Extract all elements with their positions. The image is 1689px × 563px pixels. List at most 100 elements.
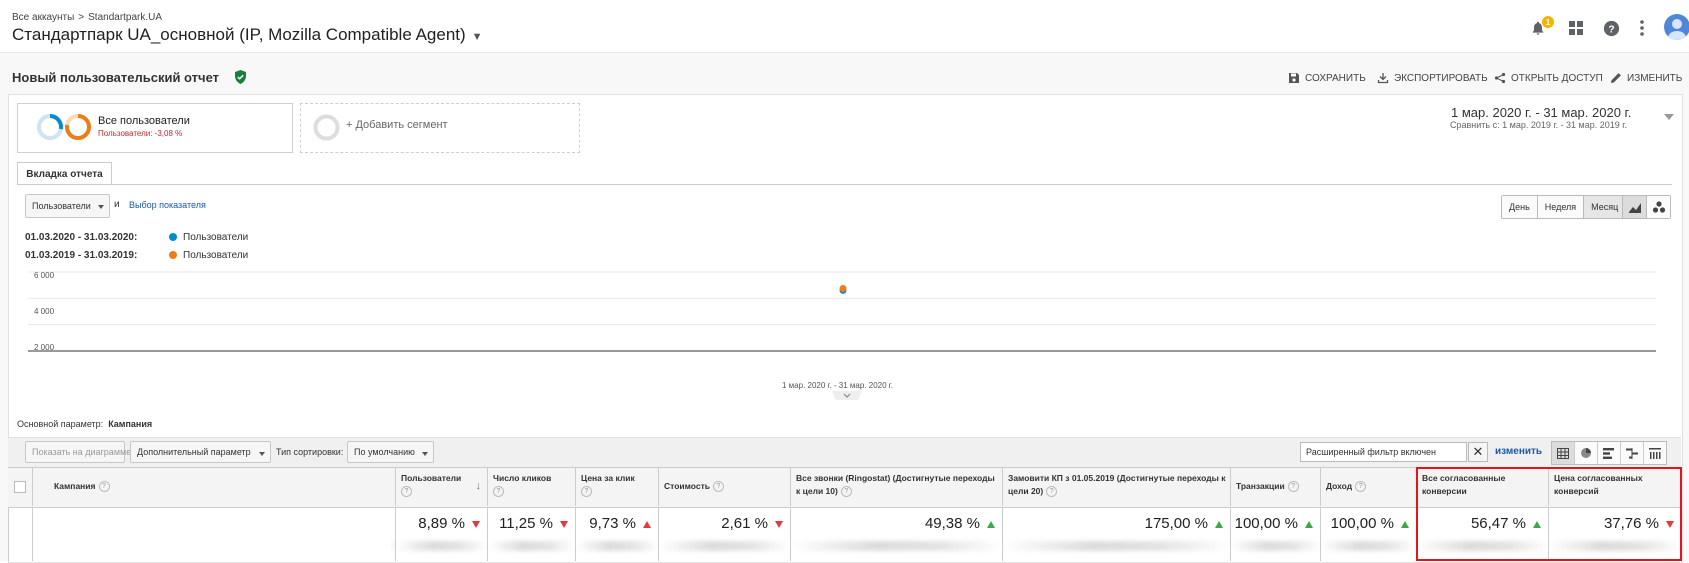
trend-down-icon — [775, 521, 783, 528]
edit-filter-link[interactable]: изменить — [1495, 446, 1542, 457]
tab-divider — [17, 184, 1672, 185]
motion-chart-icon[interactable] — [1647, 196, 1670, 218]
help-icon: ? — [1355, 481, 1367, 493]
plot-rows-button[interactable]: Показать на диаграмме — [25, 441, 131, 463]
help-icon: ? — [581, 486, 592, 498]
metric-select[interactable]: Пользователи — [25, 194, 110, 218]
data-point-2019[interactable] — [839, 284, 847, 292]
column-header-clicks[interactable]: Число кликов? — [487, 467, 575, 506]
primary-dimension: Основной параметр: Кампания — [17, 419, 152, 429]
secondary-dimension-select[interactable]: Дополнительный параметр — [130, 441, 271, 463]
highlight-box — [1416, 467, 1682, 561]
column-header-campaign[interactable]: Кампания? — [32, 467, 395, 506]
svg-text:?: ? — [1608, 24, 1614, 35]
pie-chart-icon[interactable] — [1575, 442, 1598, 464]
cell-value: 100,00 % — [1330, 515, 1394, 532]
save-label: СОХРАНИТЬ — [1305, 72, 1366, 84]
comparison-icon[interactable] — [1621, 442, 1644, 464]
y-tick-label: 2 000 — [34, 343, 55, 352]
period-day-button[interactable]: День — [1502, 196, 1538, 218]
period-toggle: День Неделя Месяц — [1501, 195, 1627, 219]
column-header-users[interactable]: Пользователи ↓? — [395, 467, 487, 506]
help-icon: ? — [401, 486, 412, 498]
table-cell-users: 8,89 % — [395, 507, 487, 561]
line-chart-icon[interactable] — [1623, 196, 1647, 218]
term-cloud-icon[interactable] — [1644, 442, 1666, 464]
select-metric-link[interactable]: Выбор показателя — [129, 200, 206, 210]
primary-dimension-value[interactable]: Кампания — [108, 419, 152, 429]
add-segment-label: + Добавить сегмент — [346, 119, 448, 131]
help-icon[interactable]: ? — [1601, 18, 1621, 38]
column-label: Доход — [1326, 481, 1353, 491]
breadcrumb-property[interactable]: Standartpark.UA — [88, 12, 162, 23]
column-label: Число кликов — [493, 473, 552, 483]
pencil-icon — [1611, 73, 1621, 83]
export-button[interactable]: ЭКСПОРТИРОВАТЬ — [1377, 72, 1488, 84]
trend-up-icon — [1215, 521, 1223, 528]
column-label: Кампания — [54, 481, 96, 491]
column-header-revenue[interactable]: Доход? — [1320, 467, 1416, 506]
segment-name: Все пользователи — [98, 115, 190, 127]
y-tick-label: 4 000 — [34, 307, 55, 316]
date-range[interactable]: 1 мар. 2020 г. - 31 мар. 2020 г. — [1451, 105, 1631, 120]
advanced-filter-input[interactable]: Расширенный фильтр включен — [1300, 442, 1467, 462]
share-icon — [1494, 72, 1506, 84]
breadcrumb-all-accounts[interactable]: Все аккаунты — [12, 12, 74, 23]
clear-filter-icon[interactable]: ✕ — [1468, 442, 1488, 462]
edit-button[interactable]: ИЗМЕНИТЬ — [1610, 72, 1682, 84]
sort-type-select[interactable]: По умолчанию — [347, 441, 434, 463]
table-view-toggle — [1551, 441, 1667, 465]
cell-value: 49,38 % — [924, 515, 980, 532]
avatar[interactable] — [1664, 14, 1689, 40]
x-tick-label: 1 мар. 2020 г. - 31 мар. 2020 г. — [782, 381, 893, 390]
legend-dot-previous — [169, 251, 177, 259]
period-month-button[interactable]: Месяц — [1584, 196, 1626, 218]
segment-change: Пользователи: -3,08 % — [98, 129, 183, 138]
help-icon: ? — [1287, 481, 1299, 493]
performance-icon[interactable] — [1598, 442, 1621, 464]
compare-prefix: Сравнить с: — [1450, 120, 1500, 130]
legend-label-current: Пользователи — [183, 232, 249, 243]
tab-report[interactable]: Вкладка отчета — [17, 162, 112, 185]
column-label: Пользователи — [401, 473, 462, 483]
column-header-cost[interactable]: Стоимость? — [658, 467, 790, 506]
more-vert-icon[interactable] — [1632, 18, 1652, 38]
period-week-button[interactable]: Неделя — [1537, 196, 1585, 218]
column-header-transactions[interactable]: Транзакции? — [1230, 467, 1320, 506]
help-icon: ? — [1046, 486, 1058, 498]
table-cell-calls: 49,38 % — [790, 507, 1002, 561]
chart-collapse-handle[interactable] — [832, 391, 862, 400]
account-selector[interactable]: Стандартпарк UA_основной (IP, Mozilla Co… — [12, 25, 483, 45]
notification-badge: 1 — [1542, 16, 1554, 28]
trend-up-icon — [1305, 521, 1313, 528]
trend-up-icon — [987, 521, 995, 528]
download-icon — [1377, 73, 1389, 84]
sort-arrow-icon: ↓ — [475, 480, 482, 492]
save-button[interactable]: СОХРАНИТЬ — [1288, 72, 1366, 84]
metric-select-value: Пользователи — [32, 201, 91, 211]
cell-value: 100,00 % — [1234, 515, 1298, 532]
cell-value: 8,89 % — [418, 515, 465, 532]
compare-range: Сравнить с: 1 мар. 2019 г. - 31 мар. 201… — [1450, 120, 1627, 130]
share-label: ОТКРЫТЬ ДОСТУП — [1511, 72, 1603, 84]
segment-donut-icon — [37, 114, 91, 140]
table-cell-campaign — [32, 507, 395, 561]
share-button[interactable]: ОТКРЫТЬ ДОСТУП — [1494, 72, 1603, 84]
column-header-cpc[interactable]: Цена за клик? — [575, 467, 658, 506]
trend-down-icon — [560, 521, 568, 528]
column-header-kp-orders[interactable]: Замовити КП з 01.05.2019 (Достигнутые пе… — [1002, 467, 1230, 506]
data-table-icon[interactable] — [1552, 442, 1575, 464]
column-label: Замовити КП з 01.05.2019 (Достигнутые пе… — [1008, 473, 1226, 496]
sort-type-value: По умолчанию — [354, 447, 415, 457]
help-icon: ? — [493, 486, 504, 498]
apps-grid-icon[interactable] — [1566, 18, 1586, 38]
select-all-checkbox[interactable] — [14, 481, 26, 493]
table-cell-cpc: 9,73 % — [575, 507, 658, 561]
column-header-calls[interactable]: Все звонки (Ringostat) (Достигнутые пере… — [790, 467, 1002, 506]
chevron-down-icon — [422, 452, 428, 456]
help-icon: ? — [98, 481, 110, 493]
and-text: и — [114, 199, 120, 210]
date-caret-icon[interactable] — [1664, 114, 1674, 120]
legend-date-current: 01.03.2020 - 31.03.2020: — [25, 232, 138, 243]
table-cell-revenue: 100,00 % — [1320, 507, 1416, 561]
